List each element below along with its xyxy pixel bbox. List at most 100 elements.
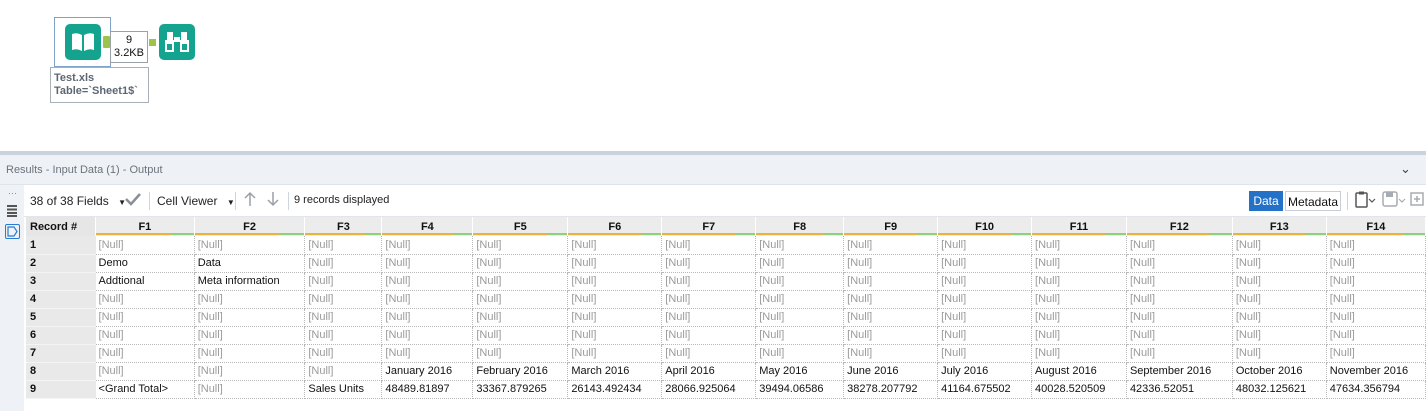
table-cell[interactable]: [Null] [567, 236, 663, 255]
table-cell[interactable]: [Null] [95, 308, 195, 327]
column-header-f10[interactable]: F10 [937, 217, 1033, 236]
clipboard-icon[interactable] [1354, 191, 1376, 212]
table-cell[interactable]: [Null] [843, 326, 939, 345]
table-cell[interactable]: [Null] [1126, 236, 1233, 255]
table-cell[interactable]: [Null] [567, 326, 663, 345]
table-cell[interactable]: [Null] [661, 326, 757, 345]
table-cell[interactable]: [Null] [1126, 344, 1233, 363]
table-cell[interactable]: [Null] [381, 344, 474, 363]
table-cell[interactable]: [Null] [1326, 326, 1426, 345]
table-cell[interactable]: [Null] [381, 290, 474, 309]
fields-selector[interactable]: 38 of 38 Fields ▼ [30, 194, 126, 208]
table-cell[interactable]: 28066.925064 [661, 380, 757, 399]
table-cell[interactable]: November 2016 [1326, 362, 1426, 381]
table-row[interactable]: 8 [Null] [Null] [Null] January 2016 February … [26, 362, 1426, 381]
table-cell[interactable]: [Null] [95, 290, 195, 309]
column-header-f2[interactable]: F2 [194, 217, 306, 236]
table-cell[interactable]: Data [194, 254, 306, 273]
table-cell[interactable]: September 2016 [1126, 362, 1233, 381]
chevron-down-icon[interactable]: ⌄ [1400, 161, 1411, 177]
table-cell[interactable]: Meta information [194, 272, 306, 291]
table-cell[interactable]: [Null] [661, 254, 757, 273]
table-cell[interactable]: [Null] [1031, 308, 1127, 327]
tag-view-icon[interactable] [5, 224, 20, 239]
table-cell[interactable]: [Null] [937, 272, 1033, 291]
table-cell[interactable]: [Null] [1326, 344, 1426, 363]
table-cell[interactable]: [Null] [1031, 344, 1127, 363]
table-cell[interactable]: [Null] [194, 290, 306, 309]
table-cell[interactable]: [Null] [755, 254, 845, 273]
table-cell[interactable]: [Null] [567, 344, 663, 363]
table-cell[interactable]: 40028.520509 [1031, 380, 1127, 399]
table-cell[interactable]: [Null] [755, 290, 845, 309]
table-cell[interactable]: [Null] [937, 290, 1033, 309]
table-cell[interactable]: [Null] [1232, 344, 1327, 363]
table-cell[interactable]: 39494.06586 [755, 380, 845, 399]
table-cell[interactable]: February 2016 [472, 362, 569, 381]
browse-tool[interactable] [158, 23, 196, 61]
table-cell[interactable]: [Null] [304, 254, 383, 273]
table-cell[interactable]: [Null] [1031, 272, 1127, 291]
table-cell[interactable]: Sales Units [304, 380, 383, 399]
table-cell[interactable]: July 2016 [937, 362, 1033, 381]
table-cell[interactable]: January 2016 [381, 362, 474, 381]
table-cell[interactable]: [Null] [194, 236, 306, 255]
table-cell[interactable]: [Null] [661, 290, 757, 309]
table-cell[interactable]: [Null] [381, 308, 474, 327]
table-cell[interactable]: [Null] [1326, 272, 1426, 291]
column-header-f7[interactable]: F7 [661, 217, 757, 236]
table-cell[interactable]: [Null] [1232, 326, 1327, 345]
table-row[interactable]: 6 [Null] [Null] [Null] [Null] [Null] [Null] [Nu… [26, 326, 1426, 345]
table-cell[interactable]: [Null] [843, 290, 939, 309]
table-cell[interactable]: [Null] [1326, 308, 1426, 327]
column-header-f8[interactable]: F8 [755, 217, 845, 236]
table-cell[interactable]: [Null] [381, 326, 474, 345]
table-cell[interactable]: 38278.207792 [843, 380, 939, 399]
column-header-f4[interactable]: F4 [381, 217, 474, 236]
table-cell[interactable]: [Null] [472, 272, 569, 291]
table-cell[interactable]: [Null] [937, 254, 1033, 273]
data-tab-button[interactable]: Data [1249, 191, 1283, 211]
table-cell[interactable]: [Null] [1326, 290, 1426, 309]
workflow-canvas[interactable]: 9 3.2KB Test.xls Table=`Sheet1$` [0, 0, 1426, 152]
table-cell[interactable]: [Null] [304, 344, 383, 363]
table-cell[interactable]: August 2016 [1031, 362, 1127, 381]
table-row[interactable]: 4 [Null] [Null] [Null] [Null] [Null] [Null] [Nu… [26, 290, 1426, 309]
table-cell[interactable]: [Null] [755, 272, 845, 291]
table-cell[interactable]: [Null] [1126, 272, 1233, 291]
table-row[interactable]: 2 Demo Data [Null] [Null] [Null] [Null] [Null][… [26, 254, 1426, 273]
table-cell[interactable]: [Null] [661, 236, 757, 255]
table-row[interactable]: 9 <Grand Total> [Null] Sales Units 48489.818… [26, 380, 1426, 399]
table-cell[interactable]: [Null] [1031, 326, 1127, 345]
table-cell[interactable]: June 2016 [843, 362, 939, 381]
table-cell[interactable]: [Null] [1232, 236, 1327, 255]
table-cell[interactable]: [Null] [661, 344, 757, 363]
table-cell[interactable]: [Null] [472, 344, 569, 363]
input-anchor[interactable] [149, 39, 156, 46]
column-header-f6[interactable]: F6 [567, 217, 663, 236]
table-cell[interactable]: [Null] [755, 326, 845, 345]
table-cell[interactable]: [Null] [937, 326, 1033, 345]
column-header-f11[interactable]: F11 [1031, 217, 1127, 236]
arrow-down-icon[interactable] [266, 191, 280, 210]
table-cell[interactable]: [Null] [194, 362, 306, 381]
table-cell[interactable]: [Null] [843, 344, 939, 363]
table-cell[interactable]: 48489.81897 [381, 380, 474, 399]
table-cell[interactable]: [Null] [304, 308, 383, 327]
drag-handle-icon[interactable]: ⋯ [8, 188, 18, 199]
column-header-f9[interactable]: F9 [843, 217, 939, 236]
table-cell[interactable]: [Null] [1126, 308, 1233, 327]
table-cell[interactable]: [Null] [304, 326, 383, 345]
table-cell[interactable]: <Grand Total> [95, 380, 195, 399]
column-header-f3[interactable]: F3 [304, 217, 383, 236]
table-cell[interactable]: [Null] [1232, 290, 1327, 309]
table-cell[interactable]: 47634.356794 [1326, 380, 1426, 399]
table-cell[interactable]: [Null] [472, 326, 569, 345]
table-cell[interactable]: [Null] [937, 236, 1033, 255]
add-tool-icon[interactable] [1410, 191, 1424, 210]
checkmark-icon[interactable] [124, 191, 142, 210]
results-grid[interactable]: Record # F1 F2 F3 F4 F5 F6 F7 F8 F9 F10 F11 F12 F13 F… [24, 217, 1426, 411]
table-cell[interactable]: [Null] [472, 290, 569, 309]
table-cell[interactable]: [Null] [381, 254, 474, 273]
table-cell[interactable]: [Null] [381, 272, 474, 291]
